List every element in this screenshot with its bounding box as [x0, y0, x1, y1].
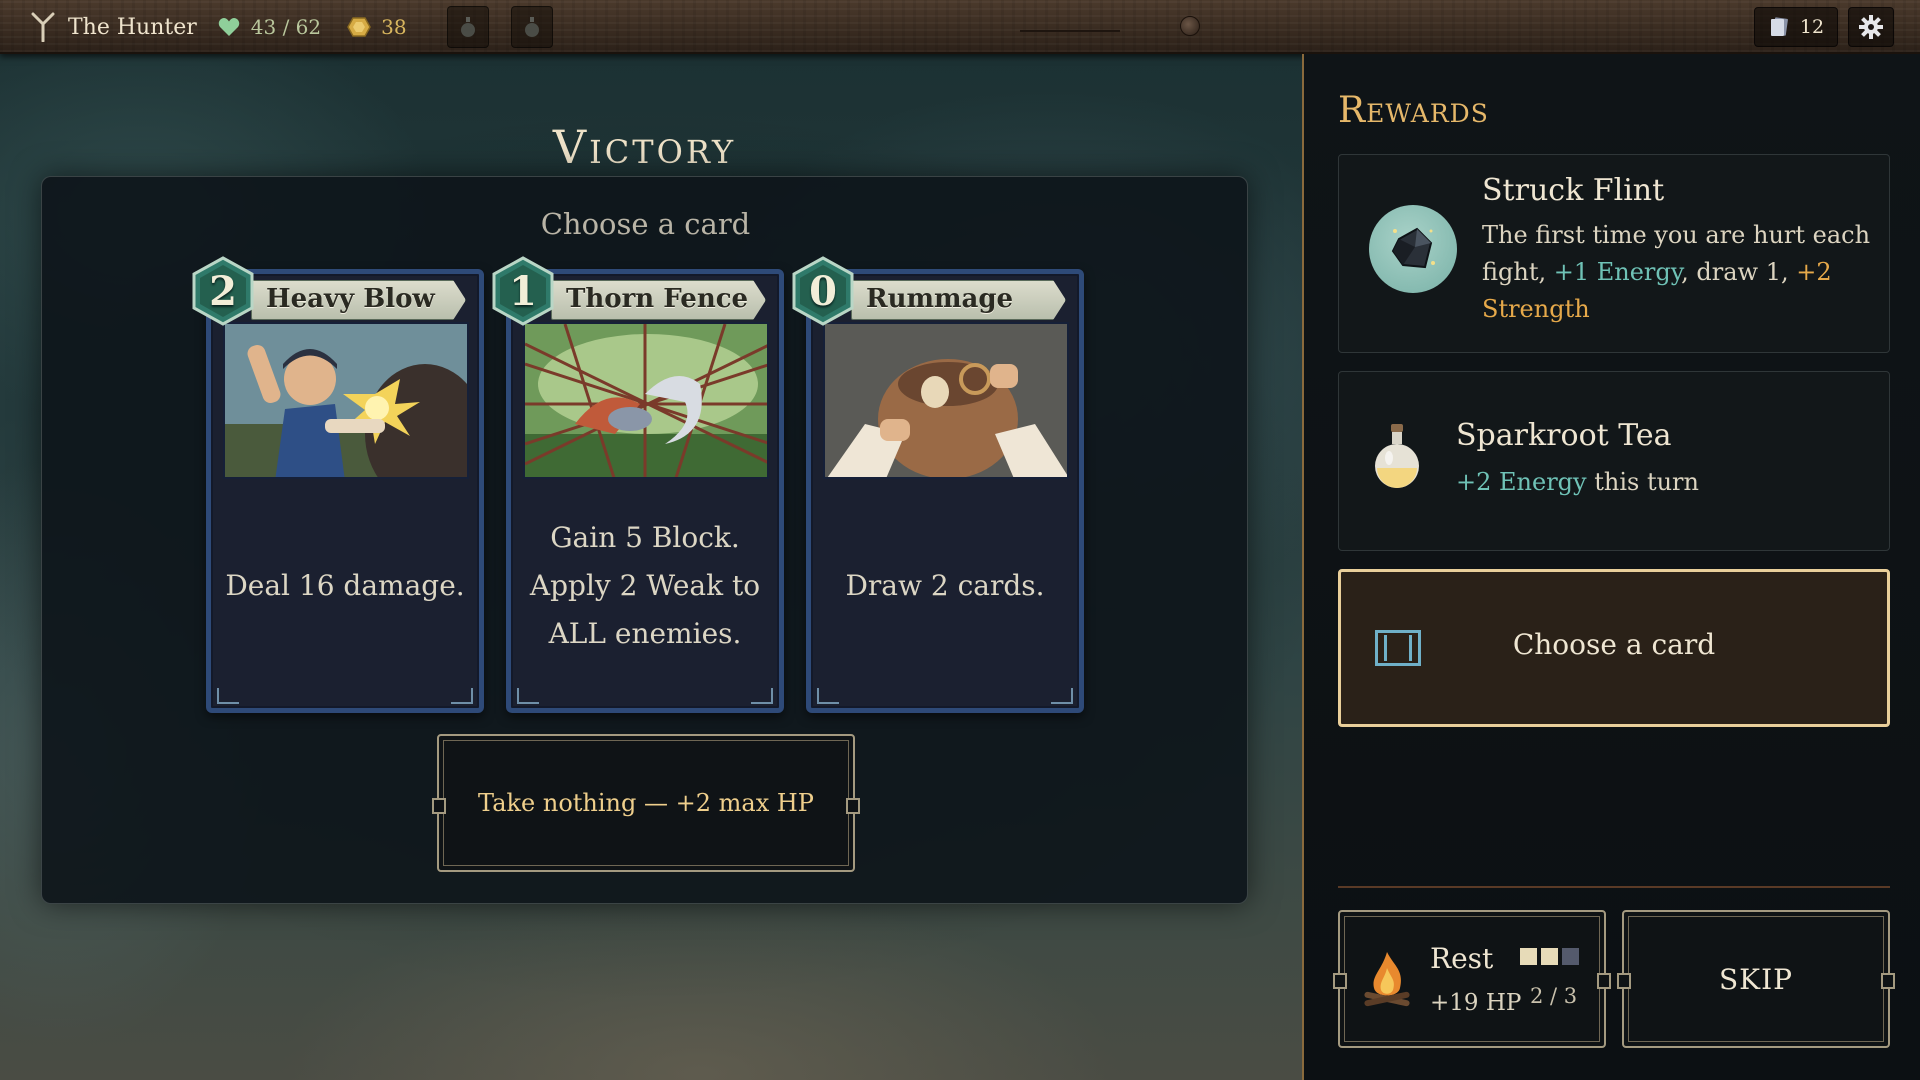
deck-icon — [1770, 17, 1788, 36]
flint-relic-icon — [1369, 205, 1457, 293]
hero-name: The Hunter — [68, 14, 197, 40]
potion-name: Sparkroot Tea — [1456, 418, 1672, 453]
card-description: Draw 2 cards. — [845, 569, 1045, 602]
card-description: Deal 16 damage. — [225, 569, 465, 602]
choose-card-prompt: Choose a card — [540, 207, 751, 241]
relic-reward[interactable]: Struck Flint The first time you are hurt… — [1338, 154, 1890, 353]
rivet-decoration — [1180, 16, 1200, 36]
heart-icon — [217, 15, 241, 39]
deck-button[interactable]: 12 — [1754, 7, 1838, 47]
corner-ornament — [517, 688, 539, 704]
choose-card-reward[interactable]: Choose a card — [1338, 569, 1890, 727]
potion-reward[interactable]: Sparkroot Tea +2 Energy this turn — [1338, 371, 1890, 551]
rest-charge-pip — [1541, 948, 1558, 965]
rewards-title: Rewards — [1338, 90, 1489, 131]
skip-button[interactable]: SKIP — [1617, 910, 1895, 1048]
card-art-heavy-blow — [223, 322, 469, 479]
potion-description: +2 Energy this turn — [1456, 468, 1699, 496]
card-name: Thorn Fence — [566, 284, 749, 314]
card-thorn-fence[interactable]: Thorn Fence 1 Gain 5 Block. Apply 2 Weak… — [492, 256, 784, 713]
card-cost: 2 — [209, 267, 237, 315]
campfire-icon — [1364, 952, 1410, 1007]
keyword-energy: +2 Energy — [1456, 468, 1587, 496]
class-rune-icon — [28, 12, 58, 42]
settings-button[interactable] — [1848, 7, 1894, 47]
skip-label: SKIP — [1719, 962, 1793, 996]
potion-slot-icon — [460, 17, 475, 37]
card-description: Gain 5 Block. Apply 2 Weak to ALL enemie… — [529, 521, 761, 650]
deck-count: 12 — [1799, 16, 1825, 38]
card-rummage[interactable]: Rummage 0 Draw 2 cards. — [792, 256, 1084, 713]
rest-charges-count: 2 / 3 — [1530, 984, 1578, 1008]
take-nothing-button[interactable]: Take nothing — +2 max HP — [432, 734, 860, 872]
corner-ornament — [817, 688, 839, 704]
potion-slot-icon — [524, 17, 539, 37]
rest-charge-pip — [1562, 948, 1579, 965]
divider — [1338, 886, 1890, 888]
corner-ornament — [217, 688, 239, 704]
energy-cost-gem: 0 — [791, 256, 855, 326]
gear-icon — [1859, 15, 1883, 39]
relic-name: Struck Flint — [1482, 173, 1665, 208]
rewards-panel: Rewards Struck Flint The first time you … — [1302, 54, 1920, 1080]
rest-charges — [1520, 948, 1579, 965]
rest-label: Rest — [1430, 942, 1494, 975]
potion-bottle-icon — [1375, 424, 1419, 488]
plank-seam — [1020, 30, 1120, 32]
corner-ornament — [451, 688, 473, 704]
energy-cost-gem: 1 — [491, 256, 555, 326]
rest-button[interactable]: Rest +19 HP 2 / 3 — [1333, 910, 1611, 1048]
card-heavy-blow[interactable]: Heavy Blow 2 Deal 16 damage. — [192, 256, 484, 713]
potion-slot-2[interactable] — [510, 6, 553, 48]
energy-cost-gem: 2 — [191, 256, 255, 326]
card-choice-panel: Choose a card Heavy Blow 2 Deal 16 damag… — [41, 176, 1248, 904]
card-name: Heavy Blow — [266, 284, 435, 314]
corner-ornament — [1051, 688, 1073, 704]
hp-value: 43 / 62 — [250, 15, 322, 39]
corner-ornament — [751, 688, 773, 704]
potion-slot-1[interactable] — [446, 6, 489, 48]
card-art-rummage — [823, 322, 1069, 479]
card-art-thorn-fence — [523, 322, 769, 479]
top-bar: The Hunter 43 / 62 38 12 — [0, 0, 1920, 54]
card-cost: 1 — [509, 267, 537, 315]
rest-heal-amount: +19 HP — [1430, 990, 1522, 1016]
choose-card-label: Choose a card — [1512, 628, 1716, 661]
keyword-energy: +1 Energy — [1553, 258, 1682, 286]
card-cost: 0 — [809, 267, 837, 315]
gold-coin-icon — [347, 15, 371, 39]
gold-value: 38 — [381, 15, 407, 39]
rest-charge-pip — [1520, 948, 1537, 965]
relic-description: The first time you are hurt each fight, … — [1482, 221, 1871, 323]
victory-title: Victory — [552, 120, 737, 174]
card-name: Rummage — [866, 284, 1014, 314]
